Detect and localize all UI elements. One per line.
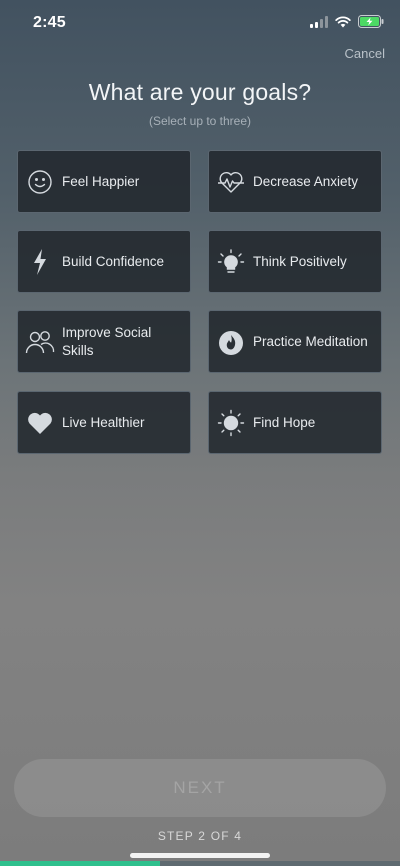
battery-charging-icon — [358, 15, 384, 33]
flame-icon — [209, 328, 253, 356]
cancel-button[interactable]: Cancel — [345, 46, 385, 61]
goal-option-improve-social-skills[interactable]: Improve Social Skills — [17, 310, 191, 373]
goal-option-build-confidence[interactable]: Build Confidence — [17, 230, 191, 293]
next-button[interactable]: NEXT — [14, 759, 386, 817]
goal-label: Practice Meditation — [253, 333, 368, 349]
goal-option-practice-meditation[interactable]: Practice Meditation — [208, 310, 382, 373]
page-title: What are your goals? — [88, 79, 312, 105]
cellular-signal-icon — [310, 15, 328, 33]
status-time: 2:45 — [33, 14, 66, 31]
goal-label: Feel Happier — [62, 173, 140, 189]
lightning-icon — [18, 248, 62, 276]
step-indicator: STEP 2 OF 4 — [157, 829, 243, 843]
onboarding-progress-fill — [0, 861, 160, 866]
goal-label: Find Hope — [253, 414, 316, 430]
onboarding-progress-bar — [0, 861, 400, 866]
smile-icon — [18, 168, 62, 196]
goal-option-find-hope[interactable]: Find Hope — [208, 391, 382, 454]
goal-option-live-healthier[interactable]: Live Healthier — [17, 391, 191, 454]
goal-label: Live Healthier — [62, 414, 145, 430]
goal-label: Build Confidence — [62, 253, 165, 269]
home-indicator — [130, 853, 270, 858]
wifi-icon — [335, 15, 351, 33]
goal-label: Think Positively — [253, 253, 347, 269]
goal-option-think-positively[interactable]: Think Positively — [208, 230, 382, 293]
people-icon — [18, 329, 62, 355]
status-icons — [310, 15, 384, 33]
page-subtitle: (Select up to three) — [148, 114, 252, 128]
goal-option-feel-happier[interactable]: Feel Happier — [17, 150, 191, 213]
status-bar: 2:45 — [0, 0, 400, 46]
heartbeat-icon — [209, 169, 253, 195]
sun-icon — [209, 409, 253, 437]
goal-option-decrease-anxiety[interactable]: Decrease Anxiety — [208, 150, 382, 213]
goal-label: Decrease Anxiety — [253, 173, 359, 189]
heart-icon — [18, 410, 62, 436]
goal-label: Improve Social Skills — [62, 324, 152, 358]
lightbulb-icon — [209, 248, 253, 276]
